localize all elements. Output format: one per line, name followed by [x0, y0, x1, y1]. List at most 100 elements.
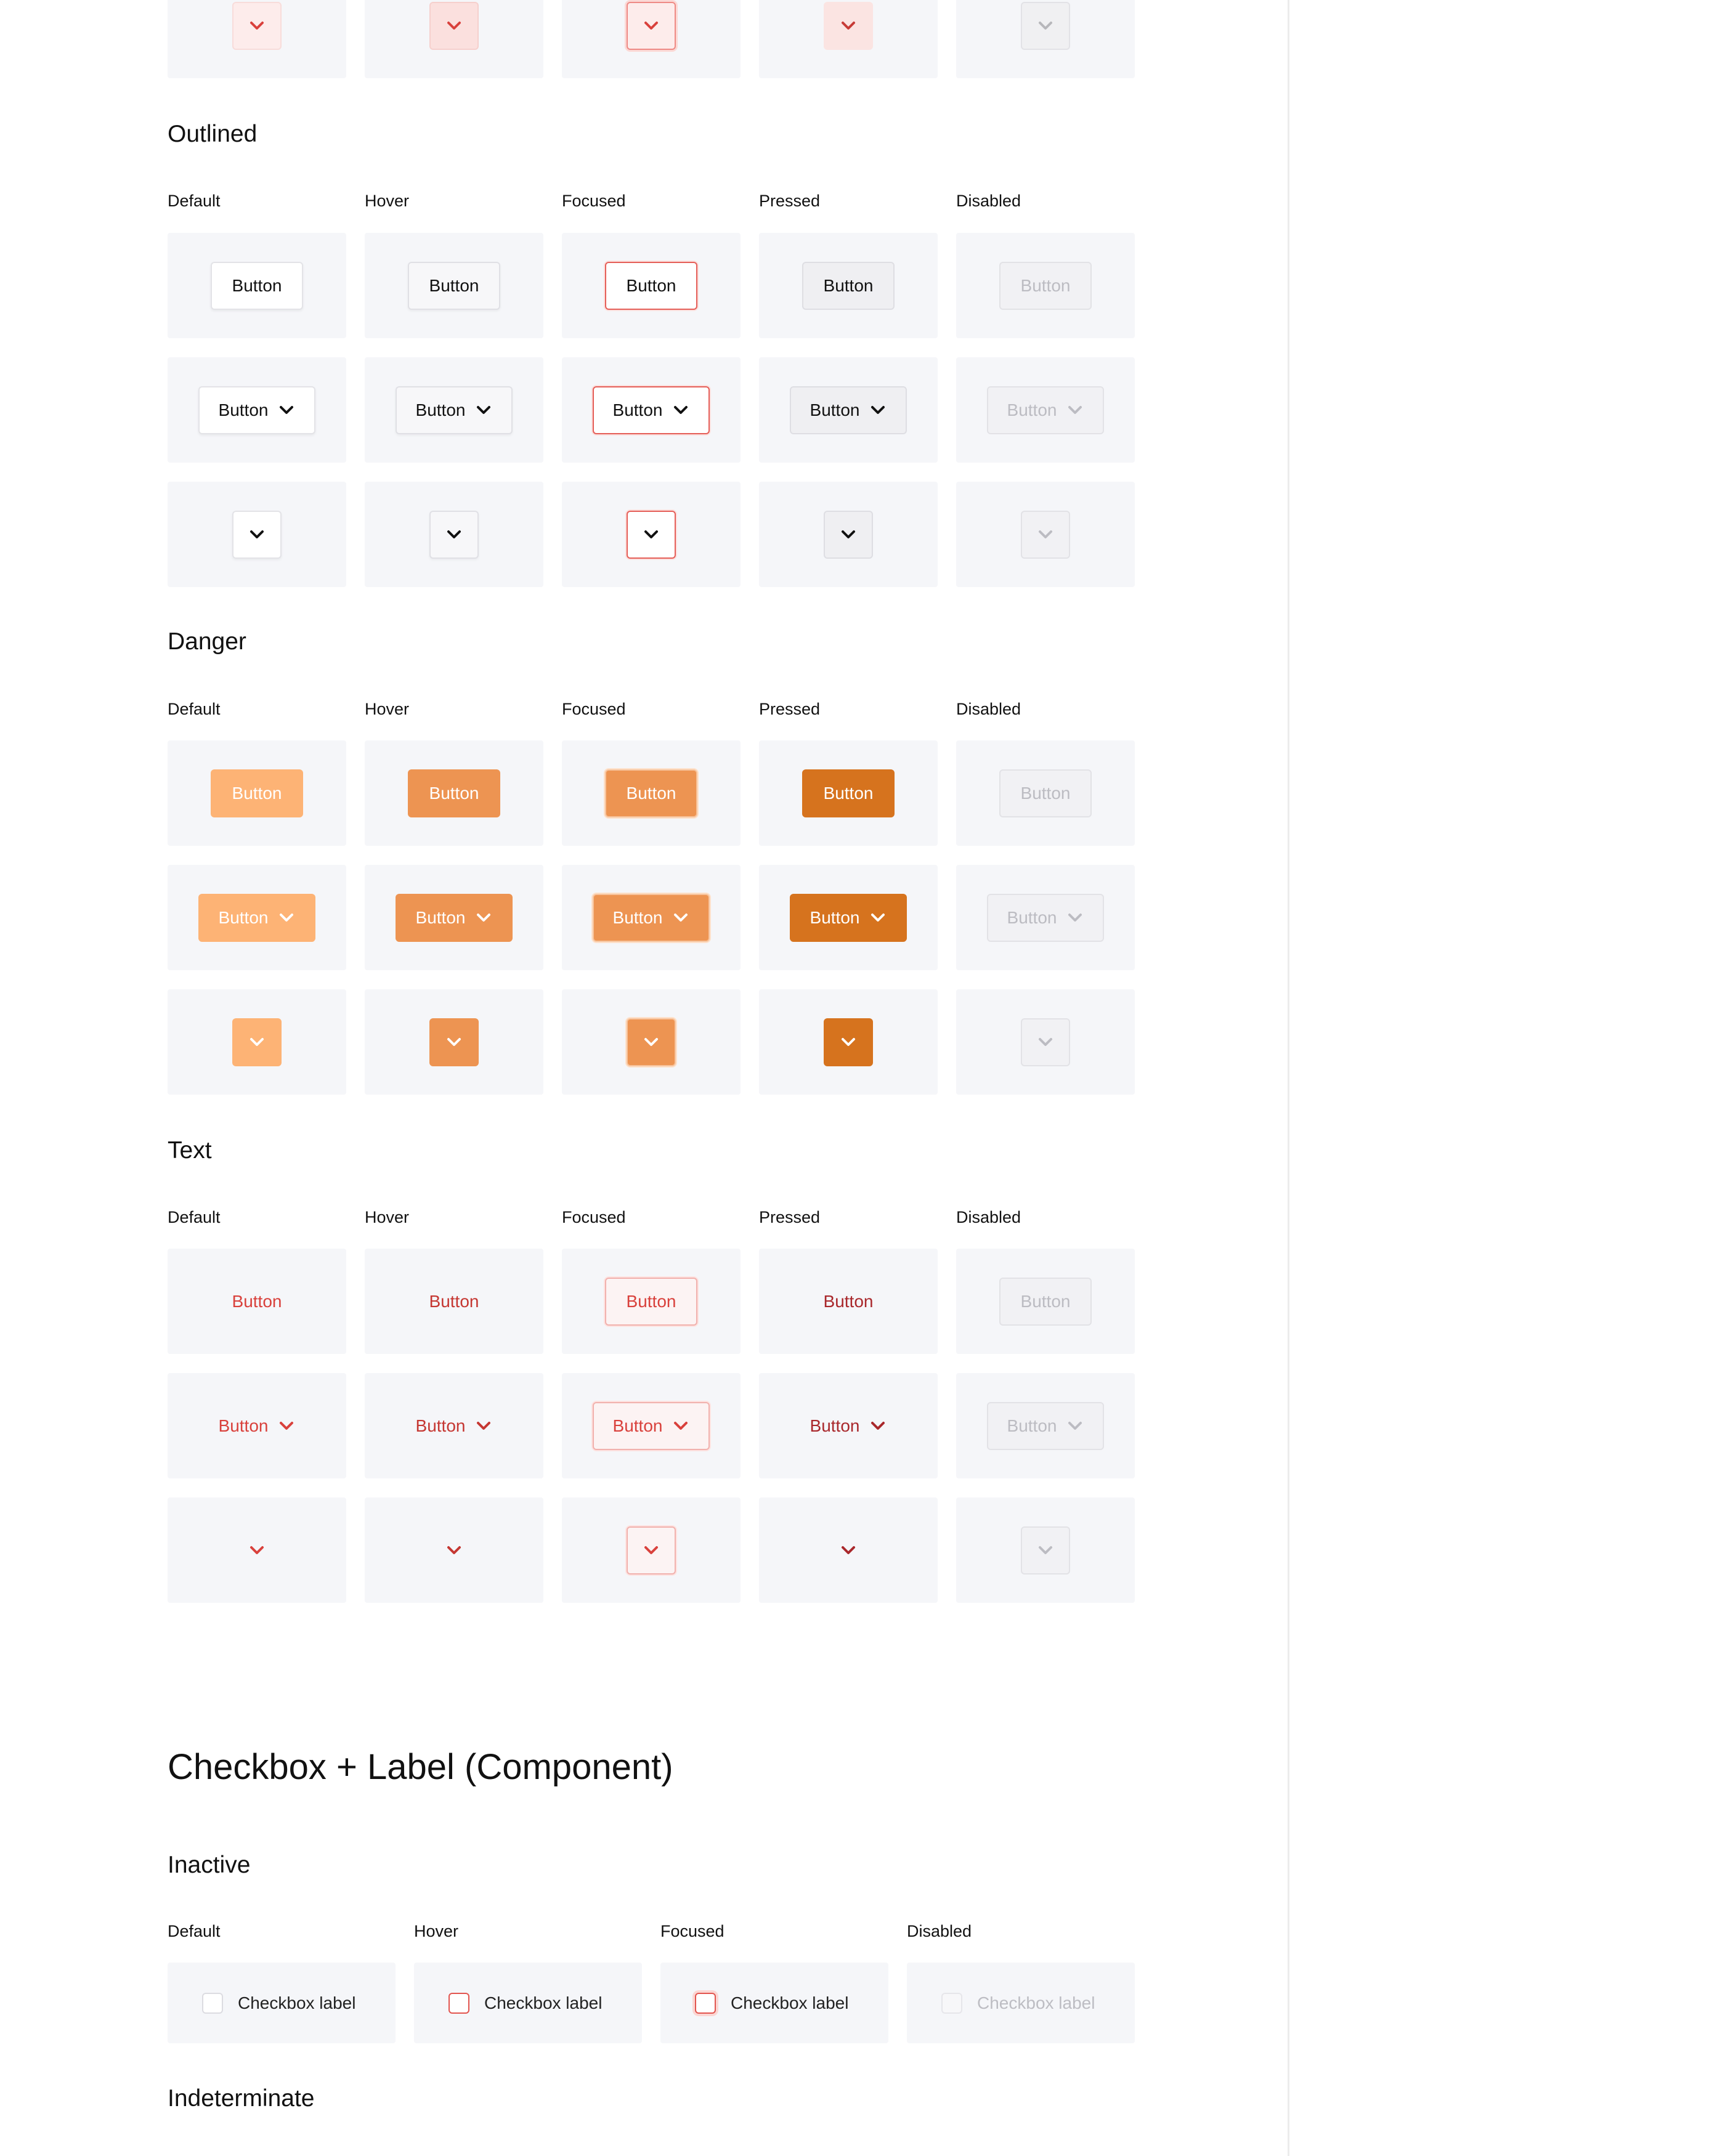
outlined-hover-dropdown-button[interactable]: Button: [396, 386, 513, 434]
checkbox-box[interactable]: [202, 1992, 223, 2014]
chevron-down-icon: [644, 1546, 658, 1554]
text-disabled-dropdown-button: Button: [987, 1401, 1104, 1450]
column-header-3: Pressed: [759, 700, 821, 718]
chevron-down-icon: [871, 913, 885, 922]
button-label: Button: [415, 400, 466, 419]
checkbox-box[interactable]: [448, 1992, 469, 2014]
outlined-focused-dropdown-button[interactable]: Button: [593, 386, 710, 434]
danger-cell-default: Button: [168, 865, 346, 970]
danger-hover-button[interactable]: Button: [408, 769, 500, 817]
column-header-0: Default: [168, 1922, 221, 1940]
text-cell-hover: [365, 1497, 543, 1603]
danger-focused-dropdown-button[interactable]: Button: [593, 893, 710, 942]
outlined-default-dropdown-button[interactable]: Button: [198, 386, 315, 434]
danger-hover-dropdown-button[interactable]: Button: [396, 893, 513, 942]
danger-disabled-dropdown-button: Button: [987, 893, 1104, 942]
column-header-1: Hover: [365, 700, 410, 718]
filled-pressed-icon-button[interactable]: [824, 1, 873, 50]
button-label: Button: [612, 1416, 663, 1435]
text-focused-button[interactable]: Button: [605, 1277, 697, 1326]
danger-pressed-button[interactable]: Button: [802, 769, 895, 817]
button-label: Button: [810, 907, 860, 927]
button-label: Button: [429, 783, 479, 803]
outlined-disabled-button: Button: [999, 261, 1092, 310]
filled-hover-icon-button[interactable]: [429, 1, 479, 50]
danger-default-dropdown-button[interactable]: Button: [198, 893, 315, 942]
text-hover-dropdown-button[interactable]: Button: [396, 1408, 513, 1445]
chevron-down-icon: [250, 530, 264, 538]
button-states-spec-page: Outlined Default Hover Focused Pressed Disabl…: [0, 0, 1725, 2156]
checkbox-cell-focused: Checkbox label: [660, 1963, 888, 2043]
chevron-down-icon: [250, 1037, 264, 1046]
outlined-cell-hover: Button: [365, 357, 543, 463]
checkbox-default[interactable]: Checkbox label: [202, 1992, 355, 2014]
text-focused-dropdown-button[interactable]: Button: [593, 1401, 710, 1450]
danger-cell-focused: Button: [562, 740, 741, 846]
text-default-button[interactable]: Button: [211, 1283, 303, 1320]
chevron-down-icon: [1039, 530, 1052, 538]
outlined-default-icon-button[interactable]: [232, 510, 282, 559]
outlined-hover-button[interactable]: Button: [408, 261, 500, 310]
text-cell-default: Button: [168, 1373, 346, 1478]
outlined-cell-disabled: Button: [956, 233, 1135, 338]
danger-default-button[interactable]: Button: [211, 769, 303, 817]
section-title-inactive: Inactive: [168, 1852, 251, 1878]
danger-cell-pressed: [759, 989, 938, 1095]
text-pressed-dropdown-button[interactable]: Button: [790, 1408, 907, 1445]
text-pressed-button[interactable]: Button: [802, 1283, 895, 1320]
text-default-icon-button[interactable]: [232, 1526, 282, 1574]
text-focused-icon-button[interactable]: [627, 1526, 676, 1574]
outlined-hover-icon-button[interactable]: [429, 510, 479, 559]
button-label: Button: [1007, 1416, 1057, 1435]
chevron-down-icon: [1039, 21, 1052, 30]
column-header-0: Default: [168, 1208, 221, 1226]
filled-disabled-icon-button: [1021, 1, 1070, 50]
chevron-down-icon: [1039, 1037, 1052, 1046]
chevron-down-icon: [477, 405, 491, 414]
outlined-focused-icon-button[interactable]: [627, 510, 676, 559]
danger-pressed-icon-button[interactable]: [824, 1018, 873, 1066]
text-cell-pressed: Button: [759, 1373, 938, 1478]
outlined-pressed-dropdown-button[interactable]: Button: [790, 386, 907, 434]
text-cell-disabled: [956, 1497, 1135, 1603]
danger-cell-pressed: Button: [759, 740, 938, 846]
text-hover-icon-button[interactable]: [429, 1526, 479, 1574]
outlined-cell-focused: Button: [562, 233, 741, 338]
text-cell-hover: Button: [365, 1249, 543, 1354]
outlined-pressed-button[interactable]: Button: [802, 261, 895, 310]
filled-default-icon-button[interactable]: [232, 1, 282, 50]
button-label: Button: [626, 1291, 676, 1311]
text-cell-pressed: Button: [759, 1249, 938, 1354]
chevron-down-icon: [644, 21, 658, 30]
outlined-cell-focused: [562, 482, 741, 587]
danger-cell-hover: [365, 989, 543, 1095]
outlined-default-button[interactable]: Button: [211, 261, 303, 310]
button-label: Button: [823, 1291, 874, 1311]
chevron-down-icon: [250, 1546, 264, 1554]
danger-pressed-dropdown-button[interactable]: Button: [790, 893, 907, 942]
outlined-cell-default: Button: [168, 357, 346, 463]
danger-disabled-icon-button: [1021, 1018, 1070, 1066]
column-header-1: Hover: [365, 1208, 410, 1226]
checkbox-cell-disabled: Checkbox label: [907, 1963, 1135, 2043]
outlined-pressed-icon-button[interactable]: [824, 510, 873, 559]
danger-default-icon-button[interactable]: [232, 1018, 282, 1066]
chevron-down-icon: [674, 1421, 688, 1430]
text-default-dropdown-button[interactable]: Button: [198, 1408, 315, 1445]
danger-cell-pressed: Button: [759, 865, 938, 970]
danger-focused-icon-button[interactable]: [627, 1018, 676, 1066]
outlined-focused-button[interactable]: Button: [605, 261, 697, 310]
button-label: Button: [1020, 275, 1071, 295]
danger-hover-icon-button[interactable]: [429, 1018, 479, 1066]
chevron-down-icon: [871, 1421, 885, 1430]
checkbox-box[interactable]: [695, 1992, 716, 2014]
danger-focused-button[interactable]: Button: [605, 769, 697, 817]
filled-focused-icon-button[interactable]: [627, 1, 676, 50]
checkbox-focused[interactable]: Checkbox label: [695, 1992, 848, 2014]
checkbox-hover[interactable]: Checkbox label: [448, 1992, 602, 2014]
text-hover-button[interactable]: Button: [408, 1283, 500, 1320]
text-pressed-icon-button[interactable]: [824, 1526, 873, 1574]
button-label: Button: [626, 783, 676, 803]
column-header-4: Disabled: [956, 192, 1021, 210]
text-disabled-button: Button: [999, 1277, 1092, 1326]
